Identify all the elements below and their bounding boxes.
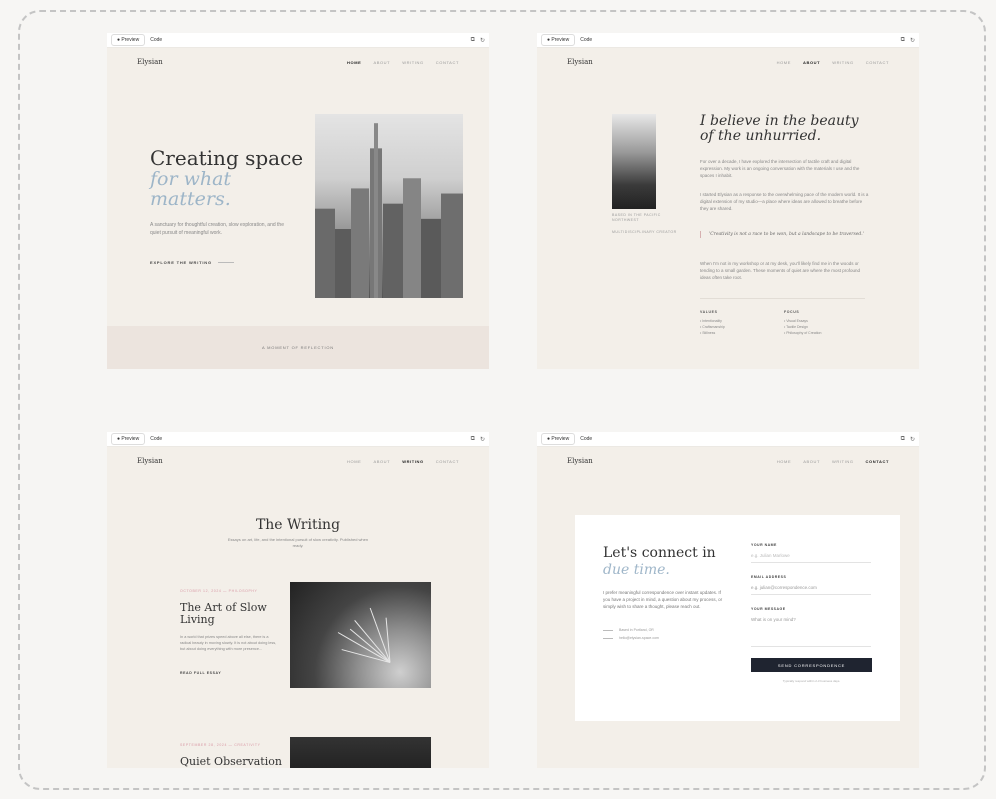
cactus-photo [290, 582, 431, 688]
essay-title[interactable]: Quiet Observation [180, 756, 282, 768]
nav-writing[interactable]: WRITING [402, 459, 424, 464]
copy-icon[interactable]: ⧉ [471, 37, 475, 44]
copy-icon[interactable]: ⧉ [471, 436, 475, 443]
site-nav: Elysian HOME ABOUT WRITING CONTACT [107, 48, 489, 76]
nav-contact[interactable]: CONTACT [436, 459, 459, 464]
preview-panel-home: ● Preview Code ⧉ ↻ Elysian HOME ABOUT WRI… [107, 33, 489, 369]
pull-quote: 'Creativity is not a race to be won, but… [700, 231, 865, 238]
refresh-icon[interactable]: ↻ [910, 37, 915, 44]
preview-tab[interactable]: ● Preview [111, 433, 146, 445]
nav-home[interactable]: HOME [777, 60, 791, 65]
nav-about[interactable]: ABOUT [373, 459, 390, 464]
read-essay-link[interactable]: READ FULL ESSAY [180, 671, 221, 675]
nav-home[interactable]: HOME [347, 60, 361, 65]
essay-meta: OCTOBER 12, 2024 — PHILOSOPHY [180, 589, 258, 593]
focus-item: • Philosophy of Creation [784, 331, 822, 335]
focus-heading: FOCUS [784, 310, 800, 314]
contact-description: I prefer meaningful correspondence over … [603, 590, 723, 609]
code-tab[interactable]: Code [575, 35, 597, 45]
name-input[interactable]: e.g. Julian Marlowe [751, 553, 871, 563]
nav-about[interactable]: ABOUT [803, 459, 820, 464]
preview-tab[interactable]: ● Preview [541, 433, 576, 445]
email-line[interactable]: hello@elysian-space.com [603, 636, 659, 640]
refresh-icon[interactable]: ↻ [480, 436, 485, 443]
value-item: • Stillness [700, 331, 716, 335]
nav-about[interactable]: ABOUT [373, 60, 390, 65]
nav-writing[interactable]: WRITING [832, 60, 854, 65]
explore-writing-link[interactable]: EXPLORE THE WRITING [150, 260, 234, 265]
about-title: I believe in the beauty of the unhurried… [700, 113, 859, 144]
message-label: YOUR MESSAGE [751, 607, 786, 611]
writing-subtitle: Essays on art, life, and the intentional… [227, 537, 369, 548]
email-input[interactable]: e.g. julian@correspondence.com [751, 585, 871, 595]
preview-tab[interactable]: ● Preview [541, 34, 576, 46]
code-tab[interactable]: Code [575, 434, 597, 444]
location-caption: BASED IN THE PACIFIC NORTHWEST [612, 213, 661, 222]
about-paragraph-3: When I'm not in my workshop or at my des… [700, 261, 861, 280]
refresh-icon[interactable]: ↻ [480, 37, 485, 44]
role-caption: MULTIDISCIPLINARY CREATOR [612, 230, 677, 234]
preview-toolbar: ● Preview Code ⧉ ↻ [107, 432, 489, 447]
nav-about[interactable]: ABOUT [803, 60, 820, 65]
site-logo[interactable]: Elysian [137, 58, 163, 66]
preview-toolbar: ● Preview Code ⧉ ↻ [537, 33, 919, 48]
essay-title[interactable]: The Art of Slow Living [180, 602, 280, 626]
landscape-photo [612, 114, 656, 209]
contact-title: Let's connect in [603, 545, 716, 561]
essay-meta: SEPTEMBER 28, 2024 — CREATIVITY [180, 743, 261, 747]
site-logo[interactable]: Elysian [567, 58, 593, 66]
nav-contact[interactable]: CONTACT [436, 60, 459, 65]
preview-panel-writing: ● Preview Code ⧉ ↻ Elysian HOME ABOUT WRI… [107, 432, 489, 768]
nav-contact[interactable]: CONTACT [866, 459, 889, 464]
preview-toolbar: ● Preview Code ⧉ ↻ [107, 33, 489, 48]
message-textarea[interactable]: What is on your mind? [751, 617, 871, 647]
nav-home[interactable]: HOME [777, 459, 791, 464]
name-label: YOUR NAME [751, 543, 777, 547]
values-heading: VALUES [700, 310, 718, 314]
send-correspondence-button[interactable]: SEND CORRESPONDENCE [751, 658, 872, 672]
nav-writing[interactable]: WRITING [402, 60, 424, 65]
about-paragraph-1: For over a decade, I have explored the i… [700, 159, 860, 178]
site-logo[interactable]: Elysian [137, 457, 163, 465]
copy-icon[interactable]: ⧉ [901, 436, 905, 443]
preview-tab[interactable]: ● Preview [111, 34, 146, 46]
preview-toolbar: ● Preview Code ⧉ ↻ [537, 432, 919, 447]
hero-title-italic: for what matters. [150, 168, 232, 210]
about-paragraph-2: I started Elysian as a response to the o… [700, 192, 869, 211]
preview-panel-about: ● Preview Code ⧉ ↻ Elysian HOME ABOUT WRI… [537, 33, 919, 369]
location-line: Based in Portland, OR [603, 628, 654, 632]
site-nav: Elysian HOME ABOUT WRITING CONTACT [537, 447, 919, 475]
contact-card: Let's connect in due time. I prefer mean… [575, 515, 900, 721]
contact-title-italic: due time. [603, 562, 670, 578]
nav-home[interactable]: HOME [347, 459, 361, 464]
essay-photo [290, 737, 431, 768]
reflection-band: A MOMENT OF REFLECTION [107, 326, 489, 369]
code-tab[interactable]: Code [145, 35, 167, 45]
response-note: Typically respond within 2-3 business da… [782, 679, 841, 683]
preview-panel-contact: ● Preview Code ⧉ ↻ Elysian HOME ABOUT WRI… [537, 432, 919, 768]
essay-excerpt: In a world that prizes speed above all e… [180, 635, 277, 651]
writing-title: The Writing [255, 517, 341, 533]
hero-description: A sanctuary for thoughtful creation, slo… [150, 222, 284, 236]
copy-icon[interactable]: ⧉ [901, 37, 905, 44]
email-label: EMAIL ADDRESS [751, 575, 787, 579]
nav-contact[interactable]: CONTACT [866, 60, 889, 65]
site-nav: Elysian HOME ABOUT WRITING CONTACT [537, 48, 919, 76]
code-tab[interactable]: Code [145, 434, 167, 444]
site-nav: Elysian HOME ABOUT WRITING CONTACT [107, 447, 489, 475]
refresh-icon[interactable]: ↻ [910, 436, 915, 443]
site-logo[interactable]: Elysian [567, 457, 593, 465]
hero-title: Creating space [150, 146, 304, 170]
city-skyline-image [315, 114, 463, 298]
divider [700, 298, 865, 299]
nav-writing[interactable]: WRITING [832, 459, 854, 464]
